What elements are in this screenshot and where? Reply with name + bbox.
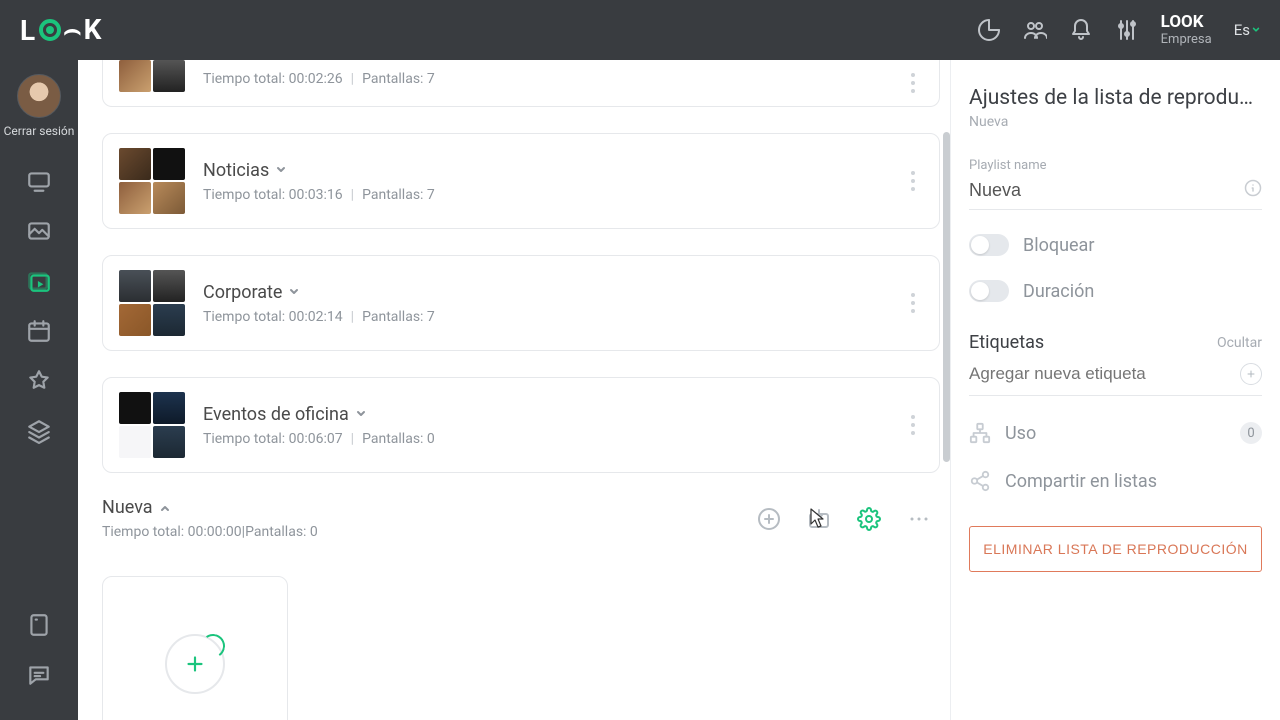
bell-icon[interactable]: [1069, 18, 1093, 42]
avatar[interactable]: [17, 74, 61, 118]
stats-icon[interactable]: [977, 18, 1001, 42]
usage-count: 0: [1240, 422, 1262, 444]
chevron-down-icon: [288, 286, 300, 298]
chevron-up-icon: [159, 502, 171, 514]
chevron-down-icon: [1252, 26, 1260, 34]
more-button[interactable]: [904, 504, 934, 534]
playlist-name-input[interactable]: [969, 180, 1233, 201]
playlist-thumbnails: [119, 270, 185, 336]
share-row[interactable]: Compartir en listas: [969, 470, 1262, 492]
expanded-playlist-meta: Tiempo total: 00:00:00|Pantallas: 0: [102, 524, 318, 540]
duration-toggle-label: Duración: [1023, 281, 1094, 302]
usage-row[interactable]: Uso 0: [969, 422, 1262, 444]
usage-icon: [969, 422, 991, 444]
sliders-icon[interactable]: [1115, 18, 1139, 42]
app-logo[interactable]: L⌢K: [20, 13, 103, 47]
nav-media-icon[interactable]: [0, 206, 78, 256]
chevron-down-icon: [275, 164, 287, 176]
playlist-meta: Tiempo total: 00:03:16|Pantallas: 7: [203, 187, 923, 203]
tag-input[interactable]: [969, 364, 1233, 384]
lock-toggle-label: Bloquear: [1023, 235, 1094, 256]
playlist-title: Noticias: [203, 160, 923, 181]
delete-playlist-button[interactable]: ELIMINAR LISTA DE REPRODUCCIÓN: [969, 526, 1262, 572]
playlist-meta: Tiempo total: 00:06:07|Pantallas: 0: [203, 431, 923, 447]
nav-help-icon[interactable]: [0, 600, 78, 650]
playlist-title: Corporate: [203, 282, 923, 303]
card-menu-icon[interactable]: [901, 293, 925, 313]
info-icon[interactable]: [1244, 179, 1262, 201]
nav-playlists-icon[interactable]: [0, 256, 78, 306]
sidebar: Cerrar sesión: [0, 60, 78, 720]
panel-title: Ajustes de la lista de reproducci...: [969, 86, 1262, 110]
playlist-card[interactable]: Corporate Tiempo total: 00:02:14|Pantall…: [102, 255, 940, 351]
playlist-meta: Tiempo total: 00:02:26|Pantallas: 7: [203, 71, 923, 87]
nav-layers-icon[interactable]: [0, 406, 78, 456]
add-item-card[interactable]: [102, 576, 288, 720]
nav-schedule-icon[interactable]: [0, 306, 78, 356]
account-name: LOOK: [1161, 12, 1212, 32]
import-button[interactable]: [804, 504, 834, 534]
playlist-thumbnails: [119, 392, 185, 458]
share-label: Compartir en listas: [1005, 471, 1157, 492]
account-type: Empresa: [1161, 32, 1212, 48]
language-label: Es: [1234, 21, 1250, 39]
chevron-down-icon: [355, 408, 367, 420]
language-selector[interactable]: Es: [1234, 21, 1260, 39]
account-brand: LOOK Empresa: [1161, 12, 1212, 48]
tags-section-title: Etiquetas: [969, 332, 1044, 353]
name-field-label: Playlist name: [969, 158, 1262, 173]
playlist-card[interactable]: Eventos de oficina Tiempo total: 00:06:0…: [102, 377, 940, 473]
playlist-title: Eventos de oficina: [203, 404, 923, 425]
expanded-playlist-title[interactable]: Nueva: [102, 497, 318, 518]
playlist-meta: Tiempo total: 00:02:14|Pantallas: 7: [203, 309, 923, 325]
settings-button[interactable]: [854, 504, 884, 534]
card-menu-icon[interactable]: [901, 73, 925, 93]
playlist-card[interactable]: Tiempo total: 00:02:26|Pantallas: 7: [102, 60, 940, 107]
add-tag-button[interactable]: [1240, 363, 1262, 385]
scrollbar-thumb[interactable]: [943, 132, 950, 462]
app-header: L⌢K LOOK Empresa Es: [0, 0, 1280, 60]
nav-chat-icon[interactable]: [0, 650, 78, 700]
share-icon: [969, 470, 991, 492]
playlist-settings-panel: Ajustes de la lista de reproducci... Nue…: [950, 60, 1280, 720]
nav-screens-icon[interactable]: [0, 156, 78, 206]
duration-toggle[interactable]: [969, 280, 1009, 302]
add-content-button[interactable]: [754, 504, 784, 534]
usage-label: Uso: [1005, 423, 1036, 444]
plus-icon: [165, 634, 225, 694]
lock-toggle[interactable]: [969, 234, 1009, 256]
card-menu-icon[interactable]: [901, 171, 925, 191]
card-menu-icon[interactable]: [901, 415, 925, 435]
playlist-card[interactable]: Noticias Tiempo total: 00:03:16|Pantalla…: [102, 133, 940, 229]
logout-button[interactable]: Cerrar sesión: [4, 124, 75, 138]
scrollbar-track: [943, 72, 950, 624]
users-icon[interactable]: [1023, 18, 1047, 42]
playlist-thumbnails: [119, 60, 185, 92]
hide-tags-button[interactable]: Ocultar: [1217, 335, 1262, 351]
nav-scenes-icon[interactable]: [0, 356, 78, 406]
panel-subtitle: Nueva: [969, 114, 1262, 130]
main-content: Tiempo total: 00:02:26|Pantallas: 7 Noti…: [78, 60, 950, 720]
playlist-thumbnails: [119, 148, 185, 214]
expanded-playlist: Nueva Tiempo total: 00:00:00|Pantallas: …: [102, 497, 940, 720]
